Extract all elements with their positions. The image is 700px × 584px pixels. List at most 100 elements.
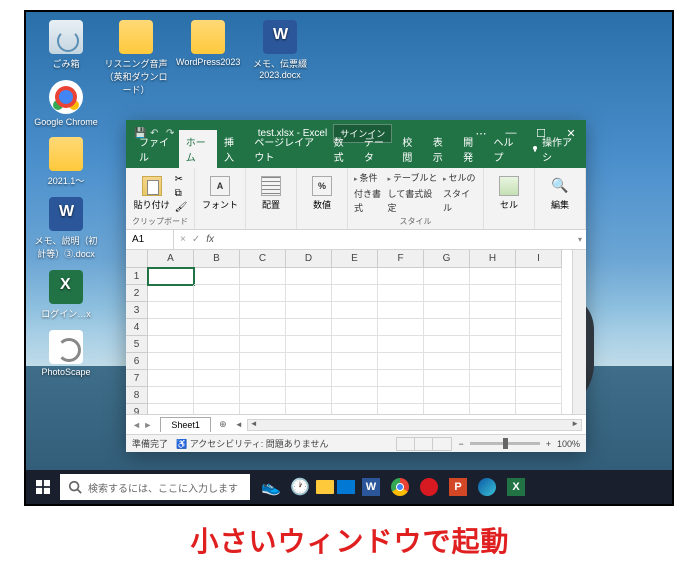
word-doc-2[interactable]: メモ、伝票綴 2023.docx	[248, 20, 312, 80]
annotation-caption: 小さいウィンドウで起動	[0, 520, 700, 560]
task-edge-icon[interactable]	[474, 474, 500, 500]
horizontal-scrollbar[interactable]: ◄	[235, 419, 582, 431]
task-explorer-icon[interactable]	[316, 480, 334, 494]
group-editing: 🔍 編集	[535, 168, 586, 229]
cell-styles-button[interactable]: セルのスタイル	[443, 171, 477, 215]
add-sheet-button[interactable]: ⊕	[215, 417, 231, 433]
task-shoe-icon[interactable]: 👟	[258, 474, 284, 500]
row-header[interactable]: 9	[126, 404, 148, 414]
ribbon: 貼り付け ✂ ⧉ 🖌 クリップボード A フォント	[126, 168, 586, 230]
word-doc-1[interactable]: メモ、説明（初計等）③.docx	[34, 197, 98, 260]
cancel-formula-icon[interactable]: ×	[180, 234, 186, 245]
sheet-tab[interactable]: Sheet1	[160, 417, 211, 432]
task-powerpoint-icon[interactable]: P	[445, 474, 471, 500]
undo-icon[interactable]: ↶	[150, 128, 160, 138]
expand-formula-bar[interactable]: ▾	[574, 235, 586, 244]
zoom-level[interactable]: 100%	[557, 439, 580, 449]
formula-bar: A1 × ✓ fx ▾	[126, 230, 586, 250]
font-button[interactable]: A フォント	[201, 176, 239, 211]
tab-formulas[interactable]: 数式	[327, 130, 357, 168]
cells-icon	[499, 176, 519, 196]
zoom-in-button[interactable]: +	[546, 439, 551, 449]
col-header[interactable]: D	[286, 250, 332, 268]
task-trend-icon[interactable]	[416, 474, 442, 500]
tab-view[interactable]: 表示	[426, 130, 456, 168]
cut-icon[interactable]: ✂	[175, 174, 188, 185]
sheet-nav-buttons[interactable]: ◄ ►	[126, 420, 158, 430]
quick-access-toolbar: 💾 ↶ ↷	[126, 128, 184, 138]
tab-developer[interactable]: 開発	[456, 130, 486, 168]
conditional-format-button[interactable]: 条件付き書式	[354, 171, 384, 215]
task-word-icon[interactable]: W	[358, 474, 384, 500]
col-header[interactable]: C	[240, 250, 286, 268]
windows-icon	[36, 480, 50, 494]
task-mail-icon[interactable]	[337, 480, 355, 494]
redo-icon[interactable]: ↷	[166, 128, 176, 138]
recycle-bin[interactable]: ごみ箱	[34, 20, 98, 70]
row-header[interactable]: 5	[126, 336, 148, 353]
start-button[interactable]	[26, 470, 60, 504]
number-button[interactable]: % 数値	[303, 176, 341, 211]
tell-me-search[interactable]: 操作アシ	[525, 130, 580, 168]
folder-icon	[119, 20, 153, 54]
name-box[interactable]: A1	[126, 230, 174, 249]
tab-help[interactable]: ヘルプ	[486, 130, 525, 168]
word-icon	[263, 20, 297, 54]
row-header[interactable]: 6	[126, 353, 148, 370]
copy-icon[interactable]: ⧉	[175, 188, 188, 199]
col-header[interactable]: B	[194, 250, 240, 268]
zoom-slider[interactable]	[470, 442, 540, 445]
paste-button[interactable]: 貼り付け	[133, 176, 171, 211]
desktop-icons-col0: ごみ箱 Google Chrome 2021.1～ メモ、説明（初計等）③.do…	[34, 20, 98, 387]
table-format-button[interactable]: テーブルとして書式設定	[388, 171, 439, 215]
insert-function-icon[interactable]: fx	[206, 234, 214, 245]
ribbon-tabs: ファイル ホーム 挿入 ページレイアウト 数式 データ 校閲 表示 開発 ヘルプ…	[126, 146, 586, 168]
tab-insert[interactable]: 挿入	[217, 130, 247, 168]
row-header[interactable]: 8	[126, 387, 148, 404]
photoscape-shortcut[interactable]: PhotoScape	[34, 330, 98, 377]
folder-listening[interactable]: リスニング音声（英和ダウンロード）	[104, 20, 168, 96]
editing-button[interactable]: 🔍 編集	[541, 176, 579, 211]
task-clock-icon[interactable]: 🕐	[287, 474, 313, 500]
excel-file[interactable]: ログイン…x	[34, 270, 98, 320]
task-chrome-icon[interactable]	[387, 474, 413, 500]
accessibility-status[interactable]: ♿ アクセシビリティ: 問題ありません	[176, 437, 328, 450]
chrome-icon	[49, 80, 83, 114]
format-painter-icon[interactable]: 🖌	[175, 202, 188, 213]
alignment-button[interactable]: 配置	[252, 176, 290, 211]
zoom-out-button[interactable]: −	[458, 439, 463, 449]
folder-2021[interactable]: 2021.1～	[34, 137, 98, 187]
screenshot-frame: ごみ箱 Google Chrome 2021.1～ メモ、説明（初計等）③.do…	[24, 10, 674, 506]
vertical-scrollbar[interactable]	[572, 250, 586, 414]
col-header[interactable]: E	[332, 250, 378, 268]
folder-wordpress[interactable]: WordPress2023	[176, 20, 240, 67]
cells-area[interactable]	[148, 268, 572, 414]
spreadsheet-grid: A B C D E F G H I 1	[126, 250, 586, 414]
taskbar-search[interactable]: 検索するには、ここに入力します	[60, 474, 250, 500]
select-all-corner[interactable]	[126, 250, 148, 268]
col-header[interactable]: A	[148, 250, 194, 268]
tab-data[interactable]: データ	[357, 130, 396, 168]
col-header[interactable]: H	[470, 250, 516, 268]
excel-window: 💾 ↶ ↷ test.xlsx - Excel サインイン ⋯ — ☐ ✕ ファ…	[126, 120, 586, 452]
cells-button[interactable]: セル	[490, 176, 528, 211]
row-header[interactable]: 3	[126, 302, 148, 319]
row-header[interactable]: 1	[126, 268, 148, 285]
col-header[interactable]: F	[378, 250, 424, 268]
col-header[interactable]: G	[424, 250, 470, 268]
row-header[interactable]: 2	[126, 285, 148, 302]
row-header[interactable]: 7	[126, 370, 148, 387]
row-header[interactable]: 4	[126, 319, 148, 336]
view-mode-buttons[interactable]	[396, 437, 452, 451]
accept-formula-icon[interactable]: ✓	[192, 234, 200, 245]
group-alignment: 配置	[246, 168, 297, 229]
taskbar: 検索するには、ここに入力します 👟 🕐 W P X	[26, 470, 672, 504]
task-excel-icon[interactable]: X	[503, 474, 529, 500]
col-header[interactable]: I	[516, 250, 562, 268]
tab-review[interactable]: 校閲	[395, 130, 425, 168]
save-icon[interactable]: 💾	[134, 128, 144, 138]
tab-home[interactable]: ホーム	[179, 130, 217, 168]
chrome-shortcut[interactable]: Google Chrome	[34, 80, 98, 127]
excel-icon	[49, 270, 83, 304]
tab-page-layout[interactable]: ページレイアウト	[247, 130, 326, 168]
